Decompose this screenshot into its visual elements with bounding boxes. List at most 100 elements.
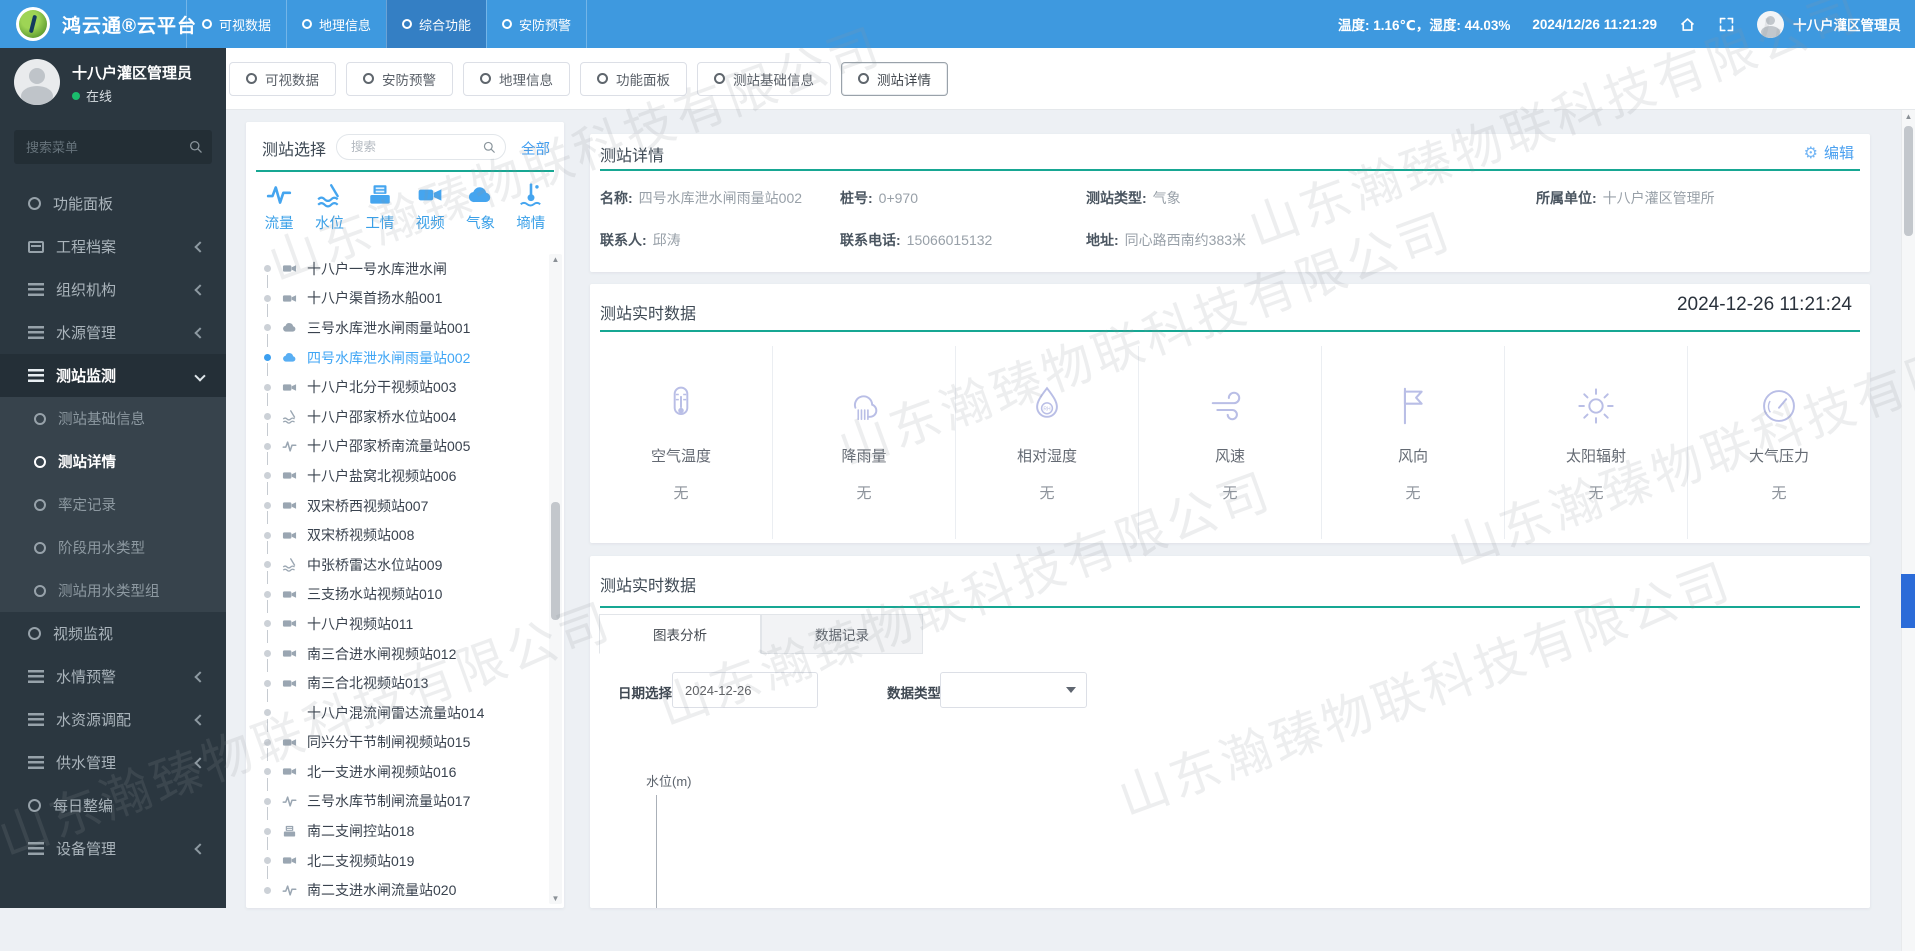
tree-station-item[interactable]: 南二支闸控站018 — [246, 816, 546, 846]
detail-field: 所属单位:十八户灌区管理所 — [1536, 188, 1715, 208]
tree-station-item[interactable]: 南二支进水闸流量站020 — [246, 875, 546, 905]
tree-bullet-icon — [264, 532, 271, 539]
analysis-tab-数据记录[interactable]: 数据记录 — [761, 614, 923, 654]
tree-station-item[interactable]: 十八户北分干视频站003 — [246, 372, 546, 402]
sidebar-search-input[interactable] — [14, 130, 212, 164]
sidebar-item-供水管理[interactable]: 供水管理 — [0, 741, 226, 784]
tree-station-item[interactable]: 中张桥雷达水位站009 — [246, 550, 546, 580]
list-icon — [28, 756, 44, 769]
list-icon — [28, 326, 44, 339]
filter-工情[interactable]: 工情 — [365, 182, 395, 233]
field-value: 邱涛 — [653, 232, 681, 248]
tree-station-item[interactable]: 十八户邵家桥南流量站005 — [246, 432, 546, 462]
sidebar-item-测站监测[interactable]: 测站监测 — [0, 354, 226, 397]
tree-station-item[interactable]: 三号水库节制闸流量站017 — [246, 787, 546, 817]
edit-button[interactable]: ⚙ 编辑 — [1804, 142, 1854, 163]
station-type-filters: 流量水位工情视频气象墒情 — [254, 182, 556, 233]
field-label: 桩号: — [840, 190, 873, 206]
sidebar-item-率定记录[interactable]: 率定记录 — [0, 483, 226, 526]
realtime-timestamp: 2024-12-26 11:21:24 — [1677, 294, 1852, 316]
tree-station-item[interactable]: 北一支进水闸视频站016 — [246, 757, 546, 787]
date-input[interactable] — [672, 672, 818, 708]
home-icon[interactable] — [1679, 16, 1696, 33]
filter-水位[interactable]: 水位 — [314, 182, 344, 233]
gate-icon — [280, 824, 299, 839]
sidebar-item-测站基础信息[interactable]: 测站基础信息 — [0, 397, 226, 440]
sidebar-item-设备管理[interactable]: 设备管理 — [0, 827, 226, 870]
sidebar-item-测站用水类型组[interactable]: 测站用水类型组 — [0, 569, 226, 612]
tree-scrollbar[interactable]: ▲ ▼ — [549, 254, 562, 904]
video-icon — [415, 182, 445, 208]
tree-station-item[interactable]: 南三合进水闸视频站012 — [246, 639, 546, 669]
page-tab-安防预警[interactable]: 安防预警 — [346, 62, 453, 96]
sidebar-item-组织机构[interactable]: 组织机构 — [0, 268, 226, 311]
search-icon — [188, 139, 203, 154]
sidebar-item-工程档案[interactable]: 工程档案 — [0, 225, 226, 268]
data-type-select[interactable] — [940, 672, 1087, 708]
tree-station-item[interactable]: 北二支视频站019 — [246, 846, 546, 876]
page-tab-功能面板[interactable]: 功能面板 — [580, 62, 687, 96]
sidebar-item-水情预警[interactable]: 水情预警 — [0, 655, 226, 698]
station-name: 十八户北分干视频站003 — [307, 377, 456, 397]
sidebar-item-功能面板[interactable]: 功能面板 — [0, 182, 226, 225]
station-panel-title: 测站选择 — [262, 136, 326, 160]
top-nav-tab[interactable]: 可视数据 — [186, 0, 286, 48]
tree-bullet-icon — [264, 295, 271, 302]
user-menu[interactable]: 十八户灌区管理员 — [1757, 11, 1901, 38]
tree-station-item[interactable]: 双宋桥视频站008 — [246, 520, 546, 550]
metric-value: 无 — [856, 482, 871, 503]
tree-station-item[interactable]: 三支扬水站视频站010 — [246, 580, 546, 610]
sidebar-item-水资源调配[interactable]: 水资源调配 — [0, 698, 226, 741]
page-tab-测站详情[interactable]: 测站详情 — [841, 62, 948, 96]
profile-name: 十八户灌区管理员 — [72, 62, 192, 83]
tree-station-item[interactable]: 十八户混流闸雷达流量站014 — [246, 698, 546, 728]
tree-station-item[interactable]: 四号水库泄水闸雨量站002 — [246, 343, 546, 373]
sidebar-item-每日整编[interactable]: 每日整编 — [0, 784, 226, 827]
analysis-tab-图表分析[interactable]: 图表分析 — [599, 614, 761, 654]
circle-icon — [202, 19, 212, 29]
video-icon — [280, 468, 299, 483]
scroll-up-icon[interactable]: ▲ — [1902, 112, 1915, 121]
scroll-up-icon[interactable]: ▲ — [549, 255, 562, 264]
list-icon — [28, 283, 44, 296]
tree-scroll-thumb[interactable] — [551, 502, 560, 620]
top-nav-tab[interactable]: 综合功能 — [386, 0, 486, 48]
page-scrollbar[interactable]: ▲ — [1901, 110, 1915, 951]
station-name: 双宋桥视频站008 — [307, 525, 414, 545]
tree-station-item[interactable]: 南三合北视频站013 — [246, 668, 546, 698]
tree-station-item[interactable]: 同兴分干节制闸视频站015 — [246, 728, 546, 758]
tree-bullet-icon — [264, 768, 271, 775]
fullscreen-icon[interactable] — [1718, 16, 1735, 33]
tree-station-item[interactable]: 双宋桥西视频站007 — [246, 491, 546, 521]
metric-value: 无 — [1771, 482, 1786, 503]
tree-station-item[interactable]: 十八户盐窝北视频站006 — [246, 461, 546, 491]
page-tab-地理信息[interactable]: 地理信息 — [463, 62, 570, 96]
station-select-panel: 测站选择 全部 流量水位工情视频气象墒情 十八户一号水库泄水闸十八户渠首扬水船0… — [246, 122, 564, 908]
top-nav-tab[interactable]: 地理信息 — [286, 0, 386, 48]
page-tab-测站基础信息[interactable]: 测站基础信息 — [697, 62, 831, 96]
tree-bullet-icon — [264, 620, 271, 627]
sidebar-item-阶段用水类型[interactable]: 阶段用水类型 — [0, 526, 226, 569]
filter-all-link[interactable]: 全部 — [521, 138, 550, 159]
top-nav-tab[interactable]: 安防预警 — [486, 0, 587, 48]
tree-station-item[interactable]: 十八户一号水库泄水闸 — [246, 254, 546, 284]
circle-icon — [246, 73, 257, 84]
tree-station-item[interactable]: 十八户渠首扬水船001 — [246, 284, 546, 314]
page-tab-可视数据[interactable]: 可视数据 — [229, 62, 336, 96]
sidebar-item-label: 水情预警 — [56, 666, 116, 687]
filter-视频[interactable]: 视频 — [415, 182, 445, 233]
tree-station-item[interactable]: 十八户邵家桥水位站004 — [246, 402, 546, 432]
tree-station-item[interactable]: 三号水库泄水闸雨量站001 — [246, 313, 546, 343]
sidebar-item-视频监视[interactable]: 视频监视 — [0, 612, 226, 655]
page-scroll-thumb[interactable] — [1904, 126, 1913, 236]
station-search-input[interactable] — [337, 135, 505, 159]
filter-墒情[interactable]: 墒情 — [516, 182, 546, 233]
filter-流量[interactable]: 流量 — [264, 182, 294, 233]
tree-station-item[interactable]: 十八户视频站011 — [246, 609, 546, 639]
sidebar-item-测站详情[interactable]: 测站详情 — [0, 440, 226, 483]
sidebar-item-水源管理[interactable]: 水源管理 — [0, 311, 226, 354]
scroll-down-icon[interactable]: ▼ — [549, 894, 562, 903]
filter-气象[interactable]: 气象 — [465, 182, 495, 233]
side-widget-button[interactable] — [1901, 574, 1915, 628]
tree-bullet-icon — [264, 384, 271, 391]
